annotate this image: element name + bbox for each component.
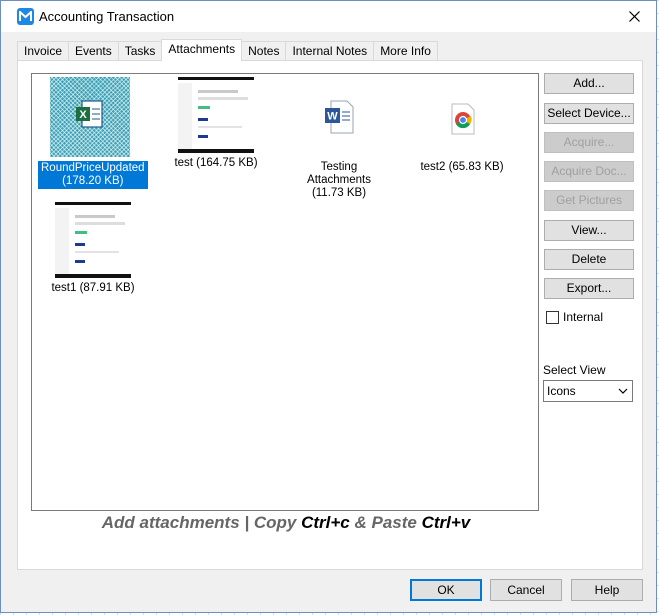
internal-checkbox-label: Internal	[563, 310, 604, 324]
delete-button[interactable]: Delete	[544, 249, 634, 270]
cancel-button[interactable]: Cancel	[490, 579, 562, 601]
tab-invoice[interactable]: Invoice	[17, 41, 70, 61]
select-device-button[interactable]: Select Device...	[544, 103, 634, 124]
attachments-list[interactable]: X RoundPriceUpdated (178.20 KB) test (16	[31, 73, 539, 511]
copy-shortcut: Ctrl+c	[301, 513, 350, 532]
screenshot-thumbnail	[55, 202, 131, 278]
tab-internal-notes[interactable]: Internal Notes	[285, 41, 375, 61]
word-file-icon: W	[325, 100, 354, 134]
svg-text:W: W	[327, 111, 338, 123]
attachment-item[interactable]: W Testing Attachments (11.73 KB)	[287, 77, 391, 200]
select-view-label: Select View	[543, 363, 606, 377]
tab-notes[interactable]: Notes	[241, 41, 287, 61]
attachment-size: (178.20 KB)	[62, 175, 124, 187]
chevron-down-icon	[618, 388, 628, 394]
attachment-item[interactable]: test (164.75 KB)	[164, 77, 268, 170]
attachment-item[interactable]: test2 (65.83 KB)	[410, 77, 514, 174]
ok-button[interactable]: OK	[410, 579, 482, 601]
tab-attachments[interactable]: Attachments	[161, 39, 243, 61]
acquire-doc-button[interactable]: Acquire Doc...	[544, 161, 634, 182]
attachment-name: test1 (87.91 KB)	[51, 282, 135, 294]
title-bar: Accounting Transaction	[1, 1, 656, 32]
paste-shortcut: Ctrl+v	[421, 513, 471, 532]
attachment-name: test (164.75 KB)	[174, 157, 258, 169]
tab-bar: Invoice Events Tasks Attachments Notes I…	[17, 39, 438, 61]
close-button[interactable]	[612, 1, 656, 32]
paste-hint: Add attachments | Copy Ctrl+c & Paste Ct…	[18, 513, 554, 533]
window-title: Accounting Transaction	[39, 9, 175, 24]
excel-file-icon: X	[50, 77, 130, 157]
select-view-value: Icons	[547, 384, 576, 398]
internal-checkbox-row[interactable]: Internal	[546, 310, 603, 324]
app-logo-icon	[17, 8, 34, 25]
attachments-panel: X RoundPriceUpdated (178.20 KB) test (16	[17, 60, 643, 570]
attachment-name: Testing Attachments	[307, 161, 371, 186]
acquire-button[interactable]: Acquire...	[544, 132, 634, 153]
get-pictures-button[interactable]: Get Pictures	[544, 190, 634, 211]
close-icon[interactable]	[628, 11, 640, 22]
export-button[interactable]: Export...	[544, 278, 634, 299]
chrome-file-icon	[451, 103, 475, 135]
tab-more-info[interactable]: More Info	[373, 41, 438, 61]
tab-tasks[interactable]: Tasks	[117, 41, 163, 61]
attachment-item[interactable]: X RoundPriceUpdated (178.20 KB)	[38, 77, 148, 189]
attachment-name: RoundPriceUpdated	[41, 162, 145, 174]
hint-text: & Paste	[349, 513, 422, 532]
view-button[interactable]: View...	[544, 220, 634, 241]
select-view-dropdown[interactable]: Icons	[543, 380, 633, 402]
add-button[interactable]: Add...	[544, 73, 634, 94]
attachment-size: (11.73 KB)	[311, 187, 367, 199]
svg-text:X: X	[79, 109, 87, 121]
dialog-window: Accounting Transaction Invoice Events Ta…	[0, 0, 657, 613]
tab-events[interactable]: Events	[68, 41, 119, 61]
screenshot-thumbnail	[178, 77, 254, 153]
attachment-item[interactable]: test1 (87.91 KB)	[41, 202, 145, 295]
attachment-name: test2 (65.83 KB)	[420, 161, 504, 173]
help-button[interactable]: Help	[571, 579, 643, 601]
internal-checkbox[interactable]	[546, 310, 559, 324]
hint-text: Add attachments | Copy	[101, 513, 302, 532]
